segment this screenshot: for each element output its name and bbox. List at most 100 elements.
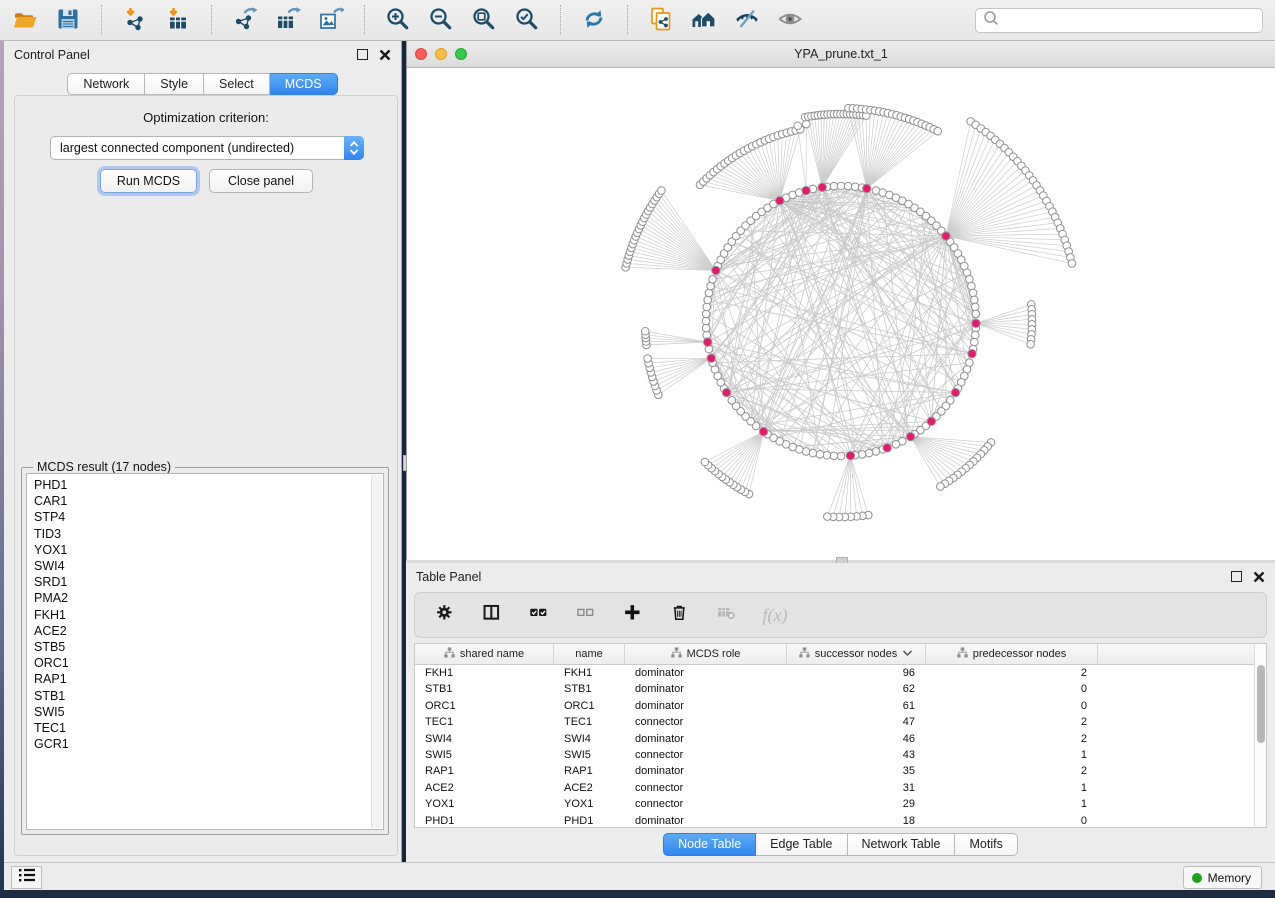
import-table-button[interactable] [161, 5, 195, 35]
hide-selected-button[interactable] [730, 5, 764, 35]
table-cell[interactable]: 1 [926, 780, 1098, 796]
table-cell[interactable]: ORC1 [415, 698, 554, 714]
table-cell[interactable]: ACE2 [415, 780, 554, 796]
tab-node-table[interactable]: Node Table [663, 833, 756, 856]
table-cell[interactable]: SWI4 [554, 731, 625, 747]
mcds-hub-node[interactable] [927, 417, 935, 425]
mcds-hub-node[interactable] [951, 388, 959, 396]
table-row[interactable]: STB1STB1dominator620 [415, 681, 1261, 697]
mcds-result-item[interactable]: TEC1 [34, 720, 383, 736]
mcds-result-item[interactable]: RAP1 [34, 671, 383, 687]
mcds-result-item[interactable]: TID3 [34, 526, 383, 542]
table-cell[interactable]: dominator [625, 763, 787, 779]
export-image-button[interactable] [314, 5, 348, 35]
table-cell[interactable]: FKH1 [554, 665, 625, 681]
table-cell[interactable]: 29 [787, 796, 926, 812]
table-cell[interactable]: 2 [926, 665, 1098, 681]
column-header-name[interactable]: name [554, 644, 625, 664]
table-cell[interactable]: dominator [625, 698, 787, 714]
table-cell[interactable]: RAP1 [554, 763, 625, 779]
task-history-button[interactable] [11, 866, 42, 889]
column-header-successor-nodes[interactable]: successor nodes [787, 644, 926, 664]
mcds-result-item[interactable]: SWI5 [34, 704, 383, 720]
mcds-hub-node[interactable] [703, 338, 711, 346]
table-cell[interactable]: SWI4 [415, 731, 554, 747]
column-header-predecessor-nodes[interactable]: predecessor nodes [926, 644, 1098, 664]
table-cell[interactable]: 2 [926, 714, 1098, 730]
mcds-result-item[interactable]: YOX1 [34, 542, 383, 558]
table-cell[interactable]: 2 [926, 731, 1098, 747]
table-cell[interactable]: dominator [625, 665, 787, 681]
table-cell[interactable]: YOX1 [554, 796, 625, 812]
search-field[interactable] [975, 8, 1263, 33]
tab-network[interactable]: Network [67, 73, 145, 95]
mcds-result-item[interactable]: PHD1 [34, 477, 383, 493]
mcds-result-item[interactable]: STP4 [34, 509, 383, 525]
table-cell[interactable]: 47 [787, 714, 926, 730]
table-cell[interactable]: ACE2 [554, 780, 625, 796]
mcds-hub-node[interactable] [759, 427, 767, 435]
mcds-hub-node[interactable] [906, 433, 914, 441]
table-row[interactable]: SWI5SWI5connector431 [415, 747, 1261, 763]
table-cell[interactable]: 31 [787, 780, 926, 796]
table-cell[interactable]: 0 [926, 813, 1098, 828]
column-header-shared-name[interactable]: shared name [415, 644, 554, 664]
mcds-result-item[interactable]: STB1 [34, 688, 383, 704]
mcds-hub-node[interactable] [968, 349, 976, 357]
close-panel-icon[interactable] [379, 49, 391, 61]
refresh-button[interactable] [577, 5, 611, 35]
mcds-result-item[interactable]: FKH1 [34, 607, 383, 623]
table-cell[interactable]: 1 [926, 796, 1098, 812]
table-cell[interactable]: ORC1 [554, 698, 625, 714]
table-cell[interactable]: connector [625, 780, 787, 796]
table-cell[interactable]: SWI5 [415, 747, 554, 763]
table-cell[interactable]: 0 [926, 681, 1098, 697]
table-cell[interactable]: SWI5 [554, 747, 625, 763]
mcds-hub-node[interactable] [707, 354, 715, 362]
table-settings-button[interactable] [431, 600, 461, 630]
table-row[interactable]: ACE2ACE2connector311 [415, 780, 1261, 796]
table-cell[interactable]: FKH1 [415, 665, 554, 681]
table-cell[interactable]: 0 [926, 698, 1098, 714]
mcds-hub-node[interactable] [883, 444, 891, 452]
zoom-in-button[interactable] [381, 5, 415, 35]
result-list-scrollbar[interactable] [371, 475, 382, 828]
mcds-hub-node[interactable] [722, 388, 730, 396]
column-header-MCDS-role[interactable]: MCDS role [625, 644, 787, 664]
import-network-button[interactable] [118, 5, 152, 35]
mcds-hub-node[interactable] [776, 197, 784, 205]
table-cell[interactable]: 62 [787, 681, 926, 697]
mcds-result-item[interactable]: GCR1 [34, 736, 383, 752]
float-table-panel-icon[interactable] [1231, 571, 1242, 582]
open-file-button[interactable] [8, 5, 42, 35]
table-cell[interactable]: 61 [787, 698, 926, 714]
show-all-button[interactable] [773, 5, 807, 35]
table-row[interactable]: TEC1TEC1connector472 [415, 714, 1261, 730]
close-panel-button[interactable]: Close panel [209, 169, 313, 193]
table-cell[interactable]: STB1 [554, 681, 625, 697]
table-cell[interactable]: connector [625, 747, 787, 763]
table-cell[interactable]: 2 [926, 763, 1098, 779]
clone-network-button[interactable] [644, 5, 678, 35]
table-cell[interactable]: 35 [787, 763, 926, 779]
mcds-hub-node[interactable] [712, 266, 720, 274]
close-table-panel-icon[interactable] [1253, 571, 1265, 583]
tab-network-table[interactable]: Network Table [848, 833, 956, 856]
table-cell[interactable]: STB1 [415, 681, 554, 697]
mcds-result-item[interactable]: PMA2 [34, 590, 383, 606]
table-row[interactable]: YOX1YOX1connector291 [415, 796, 1261, 812]
table-cell[interactable]: dominator [625, 813, 787, 828]
table-cell[interactable]: dominator [625, 681, 787, 697]
table-row[interactable]: FKH1FKH1dominator962 [415, 665, 1261, 681]
optimization-criterion-select[interactable]: largest connected component (undirected) [50, 136, 364, 160]
table-cell[interactable]: connector [625, 714, 787, 730]
mcds-result-list[interactable]: PHD1CAR1STP4TID3YOX1SWI4SRD1PMA2FKH1ACE2… [26, 473, 384, 830]
first-neighbors-button[interactable] [687, 5, 721, 35]
mcds-hub-node[interactable] [863, 184, 871, 192]
mcds-hub-node[interactable] [846, 451, 854, 459]
export-network-button[interactable] [228, 5, 262, 35]
mcds-hub-node[interactable] [818, 183, 826, 191]
table-cell[interactable]: dominator [625, 731, 787, 747]
zoom-fit-button[interactable] [467, 5, 501, 35]
mcds-hub-node[interactable] [972, 319, 980, 327]
